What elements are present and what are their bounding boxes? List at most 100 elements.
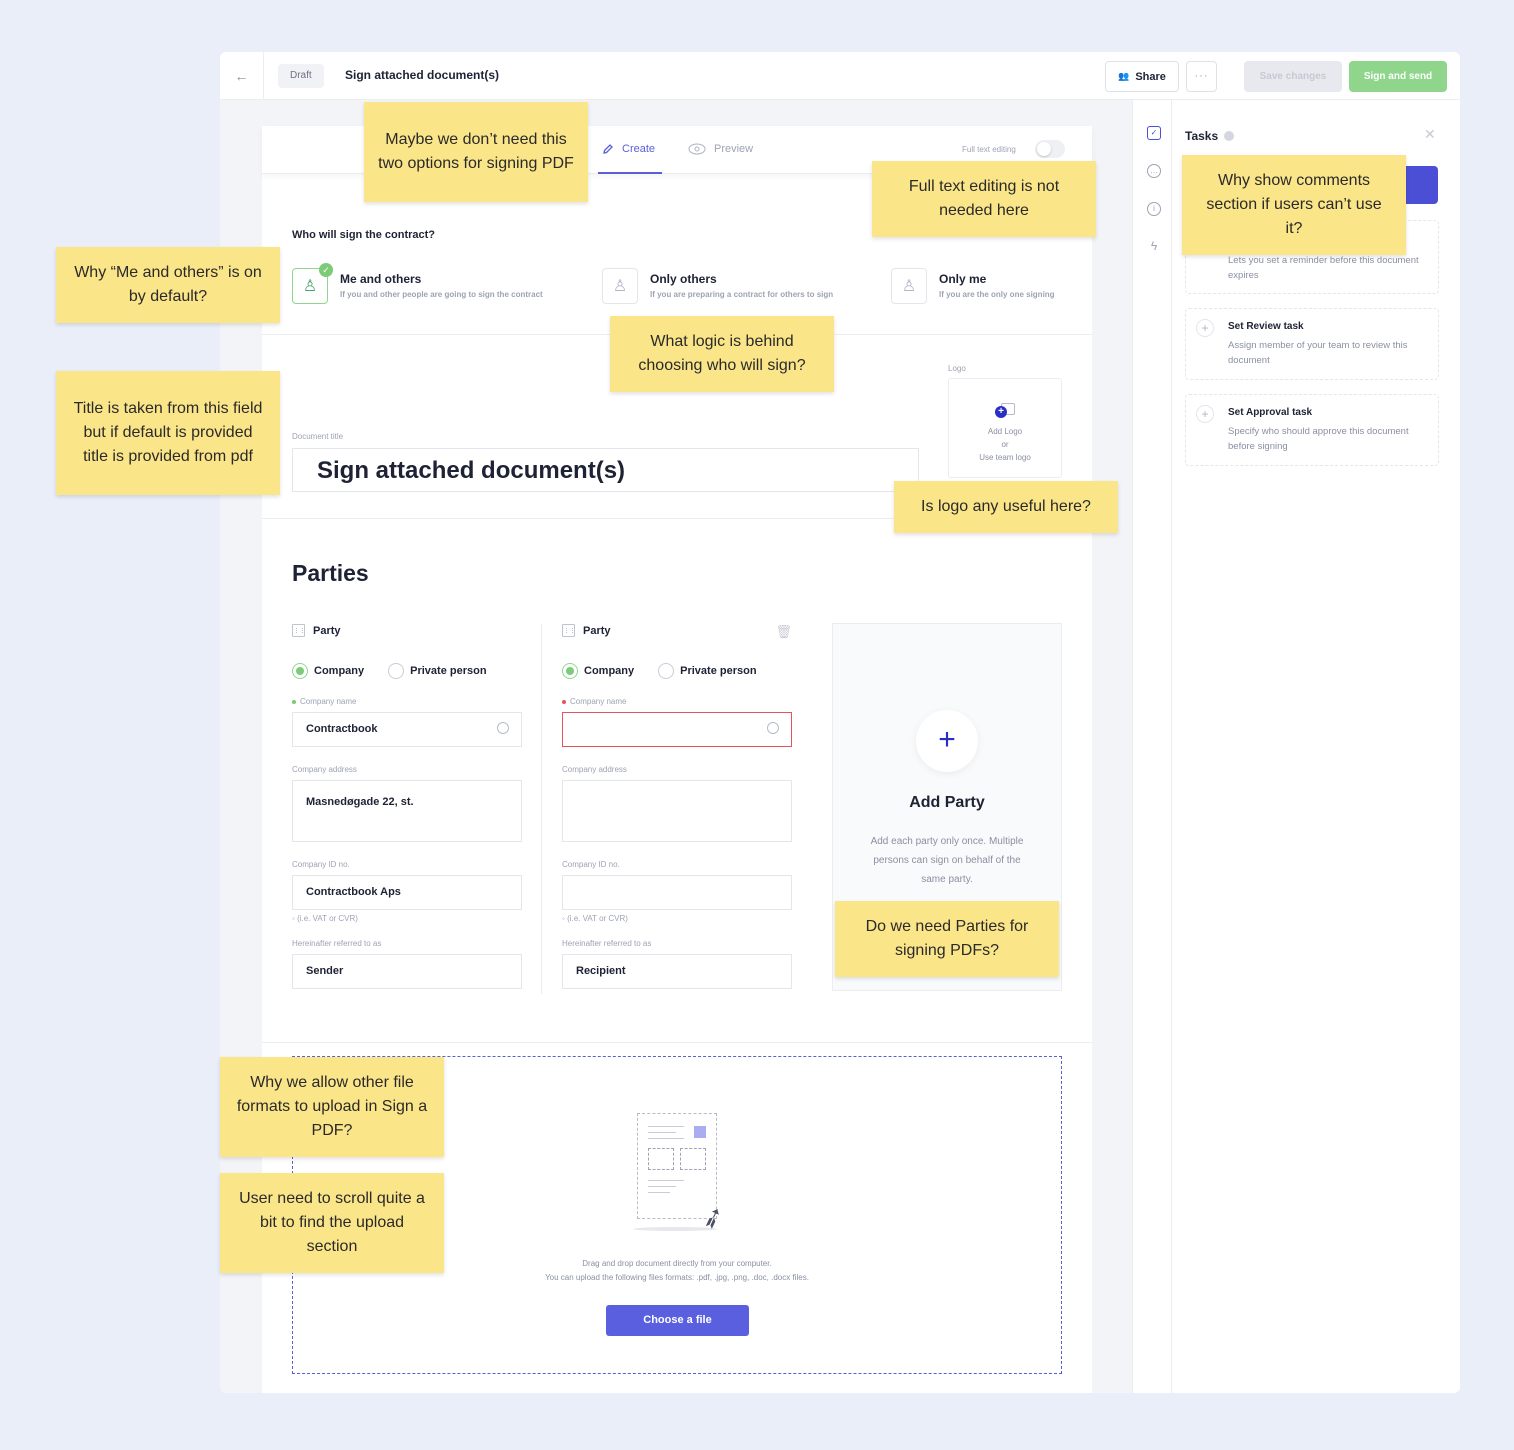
task-card-approval[interactable]: + Set Approval task Specify who should a… [1185, 394, 1439, 466]
trash-icon[interactable]: 🗑 [775, 624, 792, 640]
tab-create[interactable]: Create [602, 143, 655, 155]
add-image-icon: + [995, 403, 1015, 419]
active-tab-indicator [598, 172, 662, 174]
tasks-title-text: Tasks [1185, 129, 1219, 143]
sticky-note: User need to scroll quite a bit to find … [220, 1173, 444, 1273]
referred-as-label: Hereinafter referred to as [292, 939, 382, 948]
arrow-left-icon: ← [234, 68, 249, 84]
required-dot [292, 699, 296, 704]
info-icon [1224, 131, 1235, 141]
signer-question: Who will sign the contract? [292, 229, 435, 241]
task-description: Assign member of your team to review thi… [1228, 340, 1408, 366]
signer-option-title: Only me [939, 272, 987, 286]
signer-option-me-and-others[interactable]: ♙ ✓ Me and others If you and other people … [292, 263, 543, 304]
building-icon [562, 624, 575, 637]
company-address-input[interactable] [562, 780, 792, 842]
signer-option-only-others[interactable]: ♙ Only others If you are preparing a cont… [602, 268, 833, 304]
close-icon[interactable]: ✕ [1424, 126, 1436, 143]
plus-icon[interactable]: + [916, 710, 978, 772]
share-label: Share [1135, 70, 1166, 83]
signer-option-title: Me and others [340, 272, 422, 286]
party-divider [541, 624, 542, 994]
upload-formats: You can upload the following files forma… [545, 1273, 809, 1282]
referred-as-input[interactable]: Sender [292, 954, 522, 989]
radio-dot [658, 663, 675, 679]
check-icon: ✓ [319, 263, 333, 277]
add-logo-link[interactable]: Add Logo [949, 427, 1061, 436]
status-badge: Draft [278, 64, 324, 88]
company-address-label: Company address [562, 765, 627, 774]
tab-create-label: Create [622, 143, 656, 155]
referred-as-input[interactable]: Recipient [562, 954, 792, 989]
signer-option-only-me[interactable]: ♙ Only me If you are the only one signing [891, 268, 1055, 304]
required-dot [562, 699, 566, 704]
full-text-editing-toggle[interactable] [1035, 140, 1065, 158]
company-id-hint: ◦ (i.e. VAT or CVR) [292, 914, 522, 923]
sign-and-send-button[interactable]: Sign and send [1349, 61, 1447, 92]
party-header: Party [562, 624, 792, 637]
task-description: Lets you set a reminder before this docu… [1228, 255, 1419, 281]
sticky-note: What logic is behind choosing who will s… [610, 316, 834, 392]
lightning-icon[interactable]: ϟ [1147, 240, 1161, 254]
top-bar: ← Draft Sign attached document(s) 👥 Share… [220, 52, 1460, 100]
hint-text: (i.e. VAT or CVR) [567, 914, 628, 923]
task-description: Specify who should approve this document… [1228, 426, 1409, 452]
info-icon[interactable]: i [1147, 202, 1161, 216]
use-team-logo-link[interactable]: Use team logo [949, 453, 1061, 462]
field-value: Contractbook [306, 723, 378, 735]
radio-company[interactable]: Company [292, 663, 364, 679]
company-id-label: Company ID no. [562, 860, 620, 869]
tab-preview[interactable]: Preview [688, 143, 753, 155]
radio-private-person[interactable]: Private person [388, 663, 487, 679]
company-address-input[interactable]: Masnedøgade 22, st. [292, 780, 522, 842]
back-button[interactable]: ← [220, 52, 264, 100]
task-title: Set Review task [1228, 321, 1304, 332]
company-id-hint: ◦ (i.e. VAT or CVR) [562, 914, 792, 923]
comment-icon[interactable]: … [1147, 164, 1161, 178]
task-title: Set Approval task [1228, 407, 1313, 418]
sticky-note: Why we allow other file formats to uploa… [220, 1057, 444, 1157]
full-text-editing-label: Full text editing [962, 145, 1016, 154]
field-label: Company name [300, 697, 357, 706]
tab-preview-label: Preview [714, 143, 754, 155]
building-icon [292, 624, 305, 637]
tasks-panel: Tasks ✕ Lets you set a reminder before t… [1172, 100, 1460, 1393]
pencil-icon [603, 144, 613, 154]
sticky-note: Title is taken from this field but if de… [56, 371, 280, 495]
hint-text: (i.e. VAT or CVR) [297, 914, 358, 923]
share-button[interactable]: 👥 Share [1105, 61, 1179, 92]
party-header: Party [292, 624, 522, 637]
radio-label: Company [314, 665, 365, 677]
choose-file-button[interactable]: Choose a file [606, 1305, 749, 1336]
add-party-description: Add each party only once. Multiple perso… [870, 836, 1024, 885]
party-type-radios: Company Private person [562, 663, 792, 679]
radio-dot [562, 663, 578, 679]
parties-heading: Parties [292, 560, 369, 586]
plus-icon[interactable]: + [1196, 405, 1214, 423]
company-id-input[interactable]: Contractbook Aps [292, 875, 522, 910]
save-changes-button[interactable]: Save changes [1244, 61, 1342, 92]
radio-company[interactable]: Company [562, 663, 634, 679]
company-name-input[interactable]: Contractbook [292, 712, 522, 747]
field-label: Company name [570, 697, 627, 706]
radio-private-person[interactable]: Private person [658, 663, 757, 679]
company-id-input[interactable] [562, 875, 792, 910]
plus-icon[interactable]: + [1196, 319, 1214, 337]
company-name-label: Company name [292, 697, 522, 706]
signer-option-desc: If you are the only one signing [939, 290, 1055, 299]
radio-dot [388, 663, 405, 679]
task-card-review[interactable]: + Set Review task Assign member of your … [1185, 308, 1439, 380]
more-options-button[interactable]: ··· [1186, 61, 1217, 92]
party-type-radios: Company Private person [292, 663, 522, 679]
sticky-note: Maybe we don’t need this two options for… [364, 102, 588, 202]
referred-as-label: Hereinafter referred to as [562, 939, 652, 948]
logo-upload[interactable]: + Add Logo or Use team logo [948, 378, 1062, 478]
document-title-input[interactable]: Sign attached document(s) [292, 448, 919, 492]
party-form-1: Party Company Private person Company nam… [292, 624, 522, 989]
tasks-checkbox-icon[interactable]: ✓ [1147, 126, 1161, 140]
tasks-title: Tasks [1185, 129, 1235, 143]
document-name: Sign attached document(s) [345, 68, 500, 82]
search-icon [497, 722, 509, 734]
company-name-input[interactable] [562, 712, 792, 747]
party-header-label: Party [313, 624, 341, 637]
